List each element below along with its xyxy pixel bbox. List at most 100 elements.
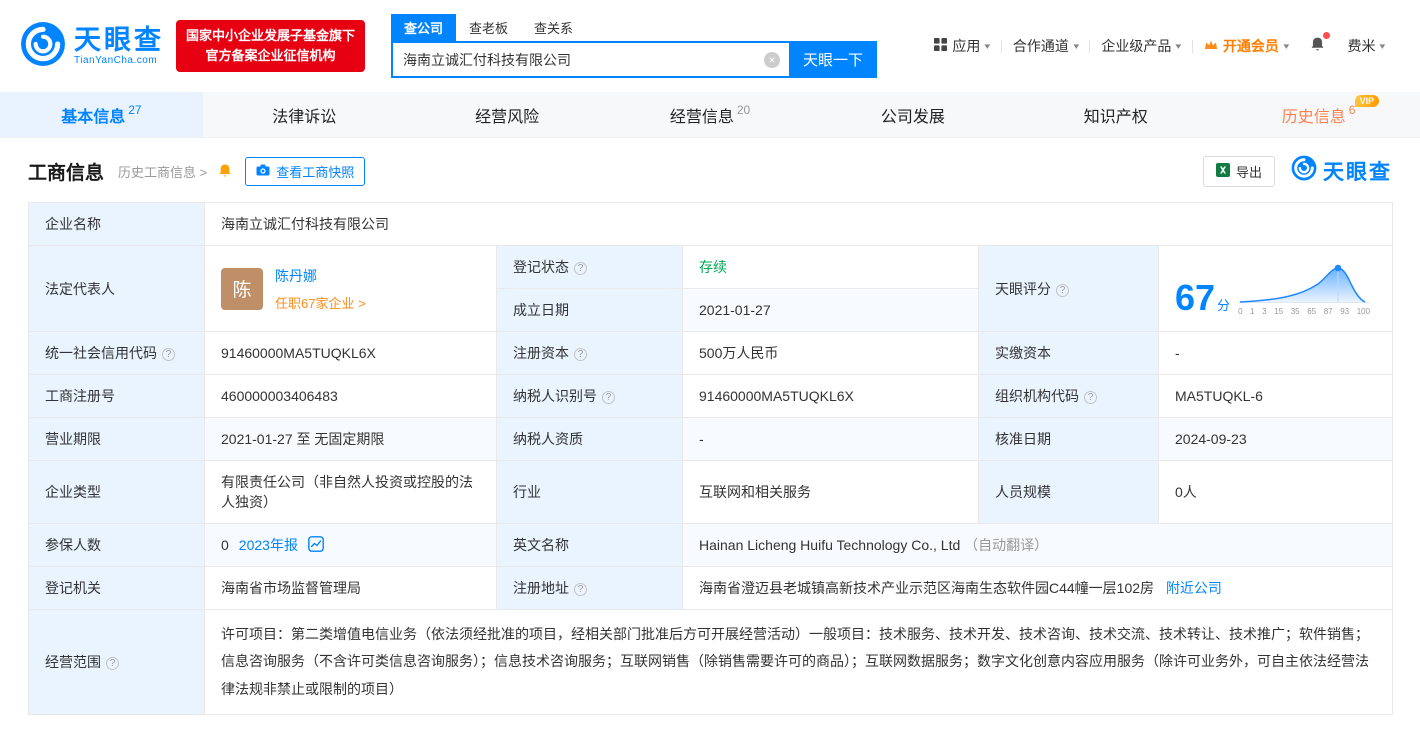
help-icon[interactable]: ? [1084, 391, 1097, 404]
industry-value: 互联网和相关服务 [682, 460, 979, 524]
score-axis-ticks: 0 1 3 15 35 65 87 93 100 [1238, 306, 1371, 316]
username-label: 费米 [1347, 38, 1376, 54]
nav-open-vip[interactable]: 开通会员 ▾ [1193, 36, 1300, 56]
taxpayer-id-label: 纳税人识别号? [496, 374, 683, 418]
english-name-label: 英文名称 [496, 523, 683, 567]
export-button[interactable]: 导出 [1202, 155, 1275, 187]
taxpayer-quality-value: - [682, 417, 979, 461]
industry-label: 行业 [496, 460, 683, 524]
business-term-value: 2021-01-27 至 无固定期限 [204, 417, 497, 461]
clear-search-icon[interactable]: × [764, 51, 781, 68]
tab-label: 公司发展 [880, 108, 945, 126]
tab-label: 知识产权 [1083, 108, 1148, 126]
nav-user-menu[interactable]: 费米 ▾ [1336, 36, 1396, 56]
registered-address-value: 海南省澄迈县老城镇高新技术产业示范区海南生态软件园C44幢一层102房 附近公司 [681, 566, 1394, 610]
legal-rep-avatar[interactable]: 陈 [221, 267, 263, 310]
chevron-down-icon: ▾ [1073, 40, 1080, 51]
help-icon[interactable]: ? [602, 391, 615, 404]
nav-partner-channel[interactable]: 合作通道 ▾ [1002, 36, 1090, 56]
business-registration-table: 企业名称 海南立诚汇付科技有限公司 法定代表人 陈 陈丹娜 任职67家企业 > … [28, 202, 1394, 715]
taxpayer-id-value: 91460000MA5TUQKL6X [682, 374, 979, 418]
nav-partner-label: 合作通道 [1012, 38, 1069, 54]
chevron-down-icon: ▾ [1283, 40, 1290, 51]
organization-code-value: MA5TUQKL-6 [1157, 374, 1394, 418]
registration-authority-label: 登记机关 [28, 566, 205, 610]
legal-representative-value: 陈 陈丹娜 任职67家企业 > [204, 245, 497, 332]
vip-badge: VIP [1354, 95, 1380, 107]
search-tab-company[interactable]: 查公司 [391, 14, 457, 41]
company-section-tabs: 基本信息 27 法律诉讼 经营风险 经营信息 20 公司发展 知识产权 历史信息… [0, 92, 1420, 138]
score-unit: 分 [1217, 297, 1231, 313]
nearby-companies-link[interactable]: 附近公司 [1166, 580, 1222, 596]
tab-legal-proceedings[interactable]: 法律诉讼 [203, 92, 406, 137]
chevron-down-icon: ▾ [1175, 40, 1182, 51]
history-business-info-link[interactable]: 历史工商信息 > [118, 162, 207, 181]
tianyancha-watermark: 天眼查 [1291, 155, 1392, 187]
tab-count: 20 [736, 102, 751, 117]
top-navigation: 应用 ▾ 合作通道 ▾ 企业级产品 ▾ 开通会员 ▾ 费米 ▾ [923, 32, 1396, 56]
business-scope-label: 经营范围? [28, 609, 205, 715]
registration-number-value: 460000003406483 [204, 374, 497, 418]
legal-rep-positions-link[interactable]: 任职67家企业 > [275, 293, 366, 312]
trend-chart-icon[interactable] [308, 535, 324, 555]
tianyancha-logo[interactable]: 天眼查 TianYanCha.com [20, 21, 164, 72]
taxpayer-quality-label: 纳税人资质 [496, 417, 683, 461]
search-input[interactable] [391, 41, 790, 78]
section-title: 工商信息 [28, 162, 105, 184]
business-info-header: 工商信息 历史工商信息 > 查看工商快照 导出 天眼查 [0, 138, 1420, 200]
company-name-value: 海南立诚汇付科技有限公司 [203, 202, 1394, 246]
search-tab-boss[interactable]: 查老板 [456, 14, 521, 41]
legal-representative-label: 法定代表人 [28, 245, 205, 332]
nav-enterprise-products[interactable]: 企业级产品 ▾ [1090, 36, 1192, 56]
help-icon[interactable]: ? [162, 348, 175, 361]
logo-domain: TianYanCha.com [74, 55, 158, 67]
nav-enterprise-label: 企业级产品 [1101, 38, 1172, 54]
view-business-snapshot-button[interactable]: 查看工商快照 [245, 156, 366, 186]
tab-label: 经营信息 [669, 108, 734, 126]
government-credential-badge: 国家中小企业发展子基金旗下 官方备案企业征信机构 [176, 19, 366, 73]
score-number: 67 [1175, 276, 1216, 318]
search-button[interactable]: 天眼一下 [789, 41, 878, 78]
monitor-bell-icon[interactable] [217, 163, 233, 179]
logo-name: 天眼查 [74, 24, 164, 55]
tab-label: 法律诉讼 [272, 108, 337, 126]
approval-date-value: 2024-09-23 [1157, 417, 1394, 461]
registered-capital-label: 注册资本? [496, 331, 683, 375]
annual-report-link[interactable]: 2023年报 [239, 535, 298, 555]
tab-operating-risk[interactable]: 经营风险 [406, 92, 609, 137]
legal-rep-name-link[interactable]: 陈丹娜 [275, 266, 366, 286]
help-icon[interactable]: ? [574, 348, 587, 361]
registration-number-label: 工商注册号 [28, 374, 205, 418]
watermark-label: 天眼查 [1323, 161, 1392, 184]
search-tab-relation[interactable]: 查关系 [521, 14, 586, 41]
company-type-label: 企业类型 [28, 460, 205, 524]
camera-icon [256, 164, 270, 179]
tab-business-info[interactable]: 经营信息 20 [609, 92, 812, 137]
registered-capital-value: 500万人民币 [682, 331, 979, 375]
tab-history-info[interactable]: 历史信息 6 VIP [1217, 92, 1420, 137]
tab-company-development[interactable]: 公司发展 [811, 92, 1014, 137]
nav-apps[interactable]: 应用 ▾ [923, 36, 1001, 56]
auto-translate-note: （自动翻译） [964, 537, 1049, 553]
chevron-down-icon: ▾ [984, 40, 991, 51]
tab-intellectual-property[interactable]: 知识产权 [1014, 92, 1217, 137]
tab-label: 历史信息 [1281, 108, 1346, 126]
nav-vip-label: 开通会员 [1222, 38, 1279, 54]
registration-status-label: 登记状态? [496, 245, 683, 289]
snapshot-button-label: 查看工商快照 [276, 164, 355, 180]
help-icon[interactable]: ? [574, 262, 587, 275]
excel-icon [1215, 162, 1230, 180]
help-icon[interactable]: ? [106, 656, 119, 670]
english-name-value: Hainan Licheng Huifu Technology Co., Ltd… [681, 523, 1394, 567]
crown-icon [1204, 38, 1218, 54]
top-header: 天眼查 TianYanCha.com 国家中小企业发展子基金旗下 官方备案企业征… [0, 0, 1420, 92]
apps-grid-icon [934, 38, 948, 54]
badge-line-2: 官方备案企业征信机构 [205, 48, 336, 63]
help-icon[interactable]: ? [1056, 283, 1069, 297]
tab-basic-info[interactable]: 基本信息 27 [0, 92, 203, 137]
notifications-bell-icon[interactable] [1299, 32, 1336, 56]
help-icon[interactable]: ? [574, 583, 587, 596]
chevron-down-icon: ▾ [1379, 40, 1386, 51]
registration-status-value: 存续 [682, 245, 979, 289]
tab-label: 经营风险 [475, 108, 540, 126]
